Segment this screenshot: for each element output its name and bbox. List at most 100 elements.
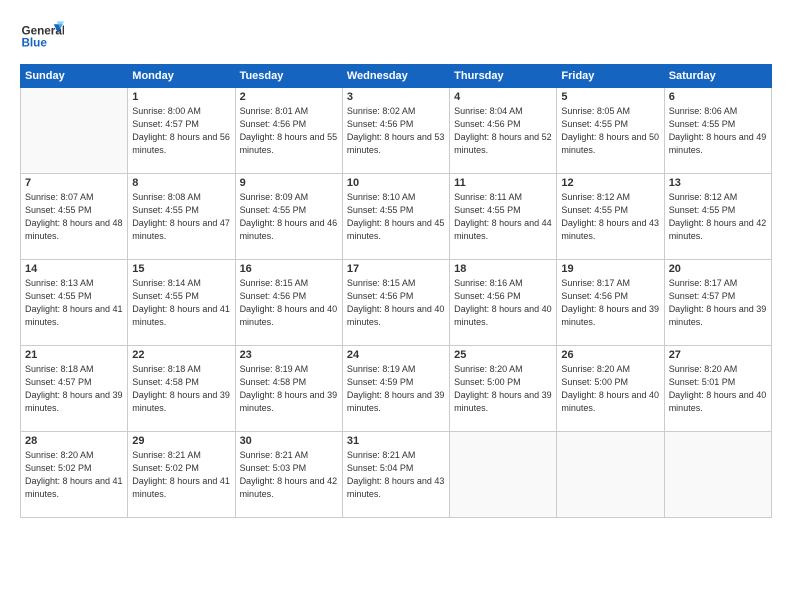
- day-number: 24: [347, 349, 445, 361]
- day-info: Sunrise: 8:18 AMSunset: 4:57 PMDaylight:…: [25, 363, 123, 415]
- day-number: 13: [669, 177, 767, 189]
- day-cell: 2 Sunrise: 8:01 AMSunset: 4:56 PMDaylight…: [235, 88, 342, 174]
- day-cell: 19 Sunrise: 8:17 AMSunset: 4:56 PMDayligh…: [557, 260, 664, 346]
- day-info: Sunrise: 8:08 AMSunset: 4:55 PMDaylight:…: [132, 191, 230, 243]
- day-info: Sunrise: 8:00 AMSunset: 4:57 PMDaylight:…: [132, 105, 230, 157]
- day-info: Sunrise: 8:17 AMSunset: 4:57 PMDaylight:…: [669, 277, 767, 329]
- weekday-header-sunday: Sunday: [21, 65, 128, 88]
- day-cell: 28 Sunrise: 8:20 AMSunset: 5:02 PMDayligh…: [21, 432, 128, 518]
- day-info: Sunrise: 8:21 AMSunset: 5:02 PMDaylight:…: [132, 449, 230, 501]
- day-info: Sunrise: 8:11 AMSunset: 4:55 PMDaylight:…: [454, 191, 552, 243]
- day-cell: 21 Sunrise: 8:18 AMSunset: 4:57 PMDayligh…: [21, 346, 128, 432]
- day-info: Sunrise: 8:20 AMSunset: 5:02 PMDaylight:…: [25, 449, 123, 501]
- day-cell: 7 Sunrise: 8:07 AMSunset: 4:55 PMDaylight…: [21, 174, 128, 260]
- day-cell: 24 Sunrise: 8:19 AMSunset: 4:59 PMDayligh…: [342, 346, 449, 432]
- day-number: 20: [669, 263, 767, 275]
- day-info: Sunrise: 8:15 AMSunset: 4:56 PMDaylight:…: [240, 277, 338, 329]
- weekday-header-tuesday: Tuesday: [235, 65, 342, 88]
- page: General Blue SundayMondayTuesdayWednesda…: [0, 0, 792, 612]
- day-info: Sunrise: 8:17 AMSunset: 4:56 PMDaylight:…: [561, 277, 659, 329]
- day-cell: 14 Sunrise: 8:13 AMSunset: 4:55 PMDayligh…: [21, 260, 128, 346]
- day-info: Sunrise: 8:07 AMSunset: 4:55 PMDaylight:…: [25, 191, 123, 243]
- week-row-0: 1 Sunrise: 8:00 AMSunset: 4:57 PMDaylight…: [21, 88, 772, 174]
- day-number: 2: [240, 91, 338, 103]
- header: General Blue: [20, 18, 772, 54]
- day-number: 15: [132, 263, 230, 275]
- day-number: 19: [561, 263, 659, 275]
- week-row-4: 28 Sunrise: 8:20 AMSunset: 5:02 PMDayligh…: [21, 432, 772, 518]
- day-number: 30: [240, 435, 338, 447]
- day-number: 10: [347, 177, 445, 189]
- day-info: Sunrise: 8:04 AMSunset: 4:56 PMDaylight:…: [454, 105, 552, 157]
- day-cell: 8Sunrise: 8:08 AMSunset: 4:55 PMDaylight…: [128, 174, 235, 260]
- weekday-header-row: SundayMondayTuesdayWednesdayThursdayFrid…: [21, 65, 772, 88]
- day-cell: [450, 432, 557, 518]
- day-number: 11: [454, 177, 552, 189]
- day-number: 1: [132, 91, 230, 103]
- day-cell: 16 Sunrise: 8:15 AMSunset: 4:56 PMDayligh…: [235, 260, 342, 346]
- weekday-header-monday: Monday: [128, 65, 235, 88]
- day-info: Sunrise: 8:01 AMSunset: 4:56 PMDaylight:…: [240, 105, 338, 157]
- week-row-2: 14 Sunrise: 8:13 AMSunset: 4:55 PMDayligh…: [21, 260, 772, 346]
- day-cell: 17 Sunrise: 8:15 AMSunset: 4:56 PMDayligh…: [342, 260, 449, 346]
- day-cell: 29 Sunrise: 8:21 AMSunset: 5:02 PMDayligh…: [128, 432, 235, 518]
- day-cell: 12Sunrise: 8:12 AMSunset: 4:55 PMDayligh…: [557, 174, 664, 260]
- day-cell: 20 Sunrise: 8:17 AMSunset: 4:57 PMDayligh…: [664, 260, 771, 346]
- logo: General Blue: [20, 18, 64, 54]
- weekday-header-thursday: Thursday: [450, 65, 557, 88]
- day-number: 28: [25, 435, 123, 447]
- day-cell: 9Sunrise: 8:09 AMSunset: 4:55 PMDaylight…: [235, 174, 342, 260]
- day-cell: 4 Sunrise: 8:04 AMSunset: 4:56 PMDaylight…: [450, 88, 557, 174]
- day-cell: 5Sunrise: 8:05 AMSunset: 4:55 PMDaylight…: [557, 88, 664, 174]
- day-cell: 18 Sunrise: 8:16 AMSunset: 4:56 PMDayligh…: [450, 260, 557, 346]
- day-info: Sunrise: 8:19 AMSunset: 4:58 PMDaylight:…: [240, 363, 338, 415]
- day-info: Sunrise: 8:13 AMSunset: 4:55 PMDaylight:…: [25, 277, 123, 329]
- day-info: Sunrise: 8:18 AMSunset: 4:58 PMDaylight:…: [132, 363, 230, 415]
- day-info: Sunrise: 8:19 AMSunset: 4:59 PMDaylight:…: [347, 363, 445, 415]
- day-number: 18: [454, 263, 552, 275]
- day-number: 12: [561, 177, 659, 189]
- weekday-header-friday: Friday: [557, 65, 664, 88]
- day-number: 31: [347, 435, 445, 447]
- day-number: 23: [240, 349, 338, 361]
- day-cell: [557, 432, 664, 518]
- day-cell: 6 Sunrise: 8:06 AMSunset: 4:55 PMDaylight…: [664, 88, 771, 174]
- day-cell: 26Sunrise: 8:20 AMSunset: 5:00 PMDayligh…: [557, 346, 664, 432]
- day-info: Sunrise: 8:06 AMSunset: 4:55 PMDaylight:…: [669, 105, 767, 157]
- day-cell: 23 Sunrise: 8:19 AMSunset: 4:58 PMDayligh…: [235, 346, 342, 432]
- day-cell: 31 Sunrise: 8:21 AMSunset: 5:04 PMDayligh…: [342, 432, 449, 518]
- day-cell: 3Sunrise: 8:02 AMSunset: 4:56 PMDaylight…: [342, 88, 449, 174]
- week-row-3: 21 Sunrise: 8:18 AMSunset: 4:57 PMDayligh…: [21, 346, 772, 432]
- day-number: 9: [240, 177, 338, 189]
- day-cell: 30Sunrise: 8:21 AMSunset: 5:03 PMDayligh…: [235, 432, 342, 518]
- day-cell: 10 Sunrise: 8:10 AMSunset: 4:55 PMDayligh…: [342, 174, 449, 260]
- day-info: Sunrise: 8:02 AMSunset: 4:56 PMDaylight:…: [347, 105, 445, 157]
- day-number: 4: [454, 91, 552, 103]
- day-number: 25: [454, 349, 552, 361]
- day-info: Sunrise: 8:12 AMSunset: 4:55 PMDaylight:…: [669, 191, 767, 243]
- day-cell: [664, 432, 771, 518]
- day-info: Sunrise: 8:15 AMSunset: 4:56 PMDaylight:…: [347, 277, 445, 329]
- day-info: Sunrise: 8:10 AMSunset: 4:55 PMDaylight:…: [347, 191, 445, 243]
- day-number: 6: [669, 91, 767, 103]
- day-info: Sunrise: 8:05 AMSunset: 4:55 PMDaylight:…: [561, 105, 659, 157]
- day-info: Sunrise: 8:21 AMSunset: 5:04 PMDaylight:…: [347, 449, 445, 501]
- day-number: 21: [25, 349, 123, 361]
- day-cell: 11 Sunrise: 8:11 AMSunset: 4:55 PMDayligh…: [450, 174, 557, 260]
- day-cell: 13 Sunrise: 8:12 AMSunset: 4:55 PMDayligh…: [664, 174, 771, 260]
- day-cell: 1 Sunrise: 8:00 AMSunset: 4:57 PMDaylight…: [128, 88, 235, 174]
- day-cell: 25Sunrise: 8:20 AMSunset: 5:00 PMDayligh…: [450, 346, 557, 432]
- day-number: 17: [347, 263, 445, 275]
- day-number: 16: [240, 263, 338, 275]
- day-number: 14: [25, 263, 123, 275]
- day-number: 27: [669, 349, 767, 361]
- svg-text:Blue: Blue: [21, 36, 47, 49]
- day-number: 29: [132, 435, 230, 447]
- day-number: 7: [25, 177, 123, 189]
- weekday-header-saturday: Saturday: [664, 65, 771, 88]
- calendar-table: SundayMondayTuesdayWednesdayThursdayFrid…: [20, 64, 772, 518]
- day-info: Sunrise: 8:16 AMSunset: 4:56 PMDaylight:…: [454, 277, 552, 329]
- logo-icon: General Blue: [20, 18, 64, 54]
- day-info: Sunrise: 8:20 AMSunset: 5:01 PMDaylight:…: [669, 363, 767, 415]
- day-number: 22: [132, 349, 230, 361]
